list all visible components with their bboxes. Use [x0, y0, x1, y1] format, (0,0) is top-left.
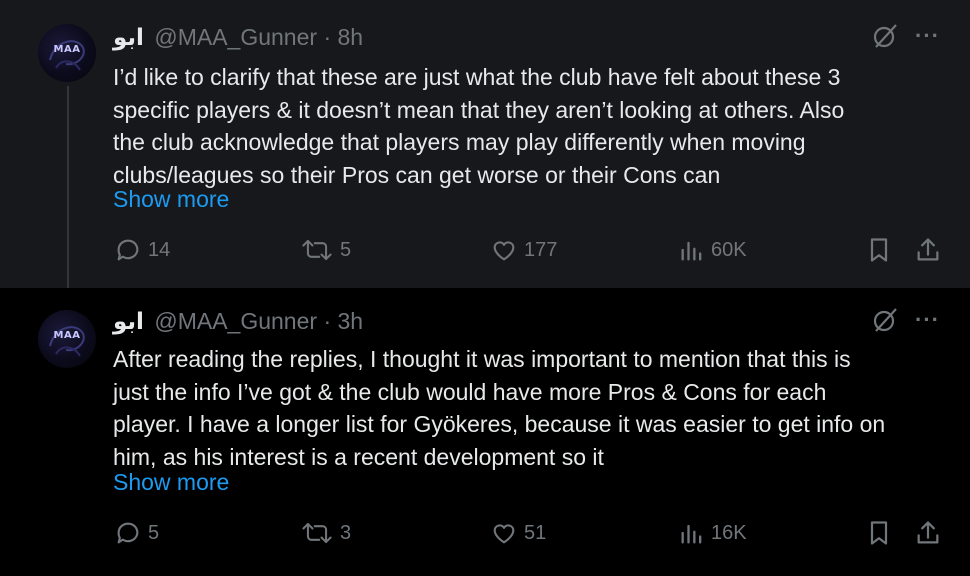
share-icon [917, 521, 939, 544]
avatar-text: MAA [53, 44, 81, 55]
like-count: 177 [524, 238, 558, 261]
like-count: 51 [524, 521, 547, 544]
display-name[interactable]: ابو [113, 25, 144, 51]
tweet-text-line: specific players & it doesn’t mean that … [113, 96, 845, 123]
bookmark-button[interactable] [866, 519, 892, 547]
like-icon [493, 241, 515, 261]
tweet-text: After reading the replies, I thought it … [113, 343, 943, 473]
share-button[interactable] [914, 236, 942, 264]
more-icon[interactable]: ··· [915, 307, 940, 333]
tweet-text-line: just the info I’ve got & the club would … [113, 378, 827, 405]
tweet-card[interactable]: MAA ابو @MAA_Gunner · 8h ··· I’d like to… [0, 0, 970, 298]
bookmark-button[interactable] [866, 236, 892, 264]
display-name[interactable]: ابو [113, 309, 144, 335]
avatar-text: MAA [53, 330, 81, 341]
retweet-icon [302, 522, 332, 544]
reply-icon [117, 239, 139, 261]
like-icon [493, 524, 515, 544]
tweet-text-line: After reading the replies, I thought it … [113, 346, 851, 372]
separator: · [323, 308, 332, 334]
tweet-actions: 5 3 51 16K [0, 519, 970, 551]
like-button[interactable]: 177 [490, 236, 557, 264]
show-more-link[interactable]: Show more [113, 186, 229, 213]
tweet-card[interactable]: MAA ابو @MAA_Gunner · 3h ··· After readi… [0, 288, 970, 576]
bookmark-icon [870, 521, 888, 545]
tweet-actions: 14 5 177 60K [0, 236, 970, 268]
tweet-text: I’d like to clarify that these are just … [113, 61, 943, 191]
tweet-top-actions: ··· [871, 306, 940, 334]
reply-count: 5 [148, 521, 160, 544]
retweet-count: 5 [340, 238, 352, 261]
tweet-header: ابو @MAA_Gunner · 3h [113, 308, 364, 335]
views-icon [681, 241, 702, 261]
share-button[interactable] [914, 519, 942, 547]
show-more-link[interactable]: Show more [113, 469, 229, 496]
handle[interactable]: @MAA_Gunner [154, 24, 317, 50]
retweet-icon [302, 239, 332, 261]
views-button[interactable]: 16K [679, 519, 747, 547]
views-button[interactable]: 60K [679, 236, 747, 264]
retweet-button[interactable]: 3 [300, 519, 351, 547]
views-count: 60K [711, 238, 747, 261]
reply-button[interactable]: 5 [114, 519, 159, 547]
separator: · [323, 24, 332, 50]
grok-icon[interactable] [871, 22, 899, 50]
tweet-text-line: clubs/leagues so their Pros can get wors… [113, 161, 721, 188]
grok-icon[interactable] [871, 306, 899, 334]
avatar[interactable]: MAA [38, 310, 96, 368]
reply-button[interactable]: 14 [114, 236, 170, 264]
timestamp[interactable]: 3h [338, 308, 364, 334]
share-icon [917, 238, 939, 261]
more-glyph: ··· [915, 23, 940, 48]
avatar[interactable]: MAA [38, 24, 96, 82]
retweet-count: 3 [340, 521, 352, 544]
tweet-text-line: the club acknowledge that players may pl… [113, 129, 806, 155]
views-count: 16K [711, 521, 747, 544]
tweet-header: ابو @MAA_Gunner · 8h [113, 24, 364, 51]
like-button[interactable]: 51 [490, 519, 546, 547]
timestamp[interactable]: 8h [338, 24, 364, 50]
tweet-text-line: him, as his interest is a recent develop… [113, 443, 604, 470]
retweet-button[interactable]: 5 [300, 236, 351, 264]
tweet-top-actions: ··· [871, 22, 940, 50]
more-glyph: ··· [915, 307, 940, 332]
tweet-text-line: player. I have a longer list for Gyökere… [113, 411, 886, 437]
reply-icon [117, 522, 139, 544]
more-icon[interactable]: ··· [915, 23, 940, 49]
bookmark-icon [870, 238, 888, 262]
handle[interactable]: @MAA_Gunner [154, 308, 317, 334]
views-icon [681, 524, 702, 544]
tweet-text-line: I’d like to clarify that these are just … [113, 64, 841, 90]
reply-count: 14 [148, 238, 171, 261]
